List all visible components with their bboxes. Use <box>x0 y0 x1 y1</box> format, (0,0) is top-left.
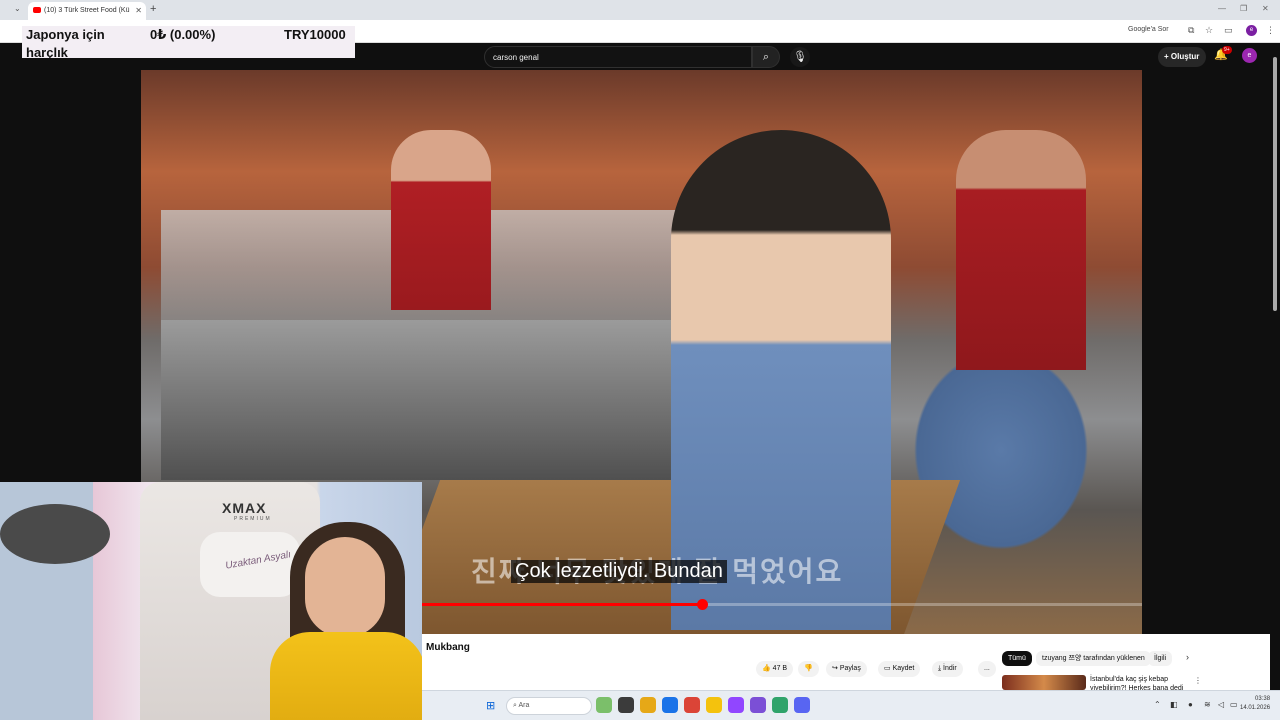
thumbs-down-icon: 👎 <box>804 665 813 672</box>
extensions-icon[interactable]: ▭ <box>1224 25 1233 36</box>
video-info-area: Mukbang 👍 47 B 👎 ↪ Paylaş ▭ Kaydet ⤓ İnd… <box>422 634 1280 692</box>
taskbar-clock[interactable]: 03:38 14.01.2026 <box>1240 695 1270 713</box>
download-button[interactable]: ⤓ İndir <box>932 661 963 677</box>
save-icon: ▭ <box>884 665 893 672</box>
staff-figure-left <box>391 130 491 310</box>
restore-icon[interactable]: ❐ <box>1240 4 1247 13</box>
donation-target: TRY10000 <box>284 27 346 42</box>
create-label: Oluştur <box>1170 52 1200 61</box>
tab-search-icon[interactable]: ⌄ <box>14 4 21 13</box>
windows-taskbar: ⊞ ⌕ Ara ⌃ ◧ ● ≋ ◁ ▭ 03:38 14.01.2026 <box>422 690 1280 720</box>
streamer-hoodie <box>270 632 422 720</box>
staff-figure-right <box>956 130 1086 370</box>
minimize-icon[interactable]: — <box>1218 4 1226 13</box>
tray-mic-icon[interactable]: ● <box>1188 700 1193 709</box>
share-button[interactable]: ↪ Paylaş <box>826 661 867 677</box>
chip-all[interactable]: Tümü <box>1002 651 1032 666</box>
save-label: Kaydet <box>892 665 915 672</box>
search-icon: ⌕ <box>762 51 770 63</box>
tray-chevron-icon[interactable]: ⌃ <box>1154 700 1161 709</box>
account-avatar[interactable]: e <box>1242 48 1257 63</box>
scrollbar-thumb[interactable] <box>1273 57 1277 311</box>
bookmark-star-icon[interactable]: ☆ <box>1205 25 1213 36</box>
task-view-icon[interactable] <box>618 697 634 713</box>
windows-start-icon[interactable]: ⊞ <box>486 699 495 712</box>
browser-profile-avatar[interactable]: e <box>1246 25 1257 36</box>
like-count: 47 B <box>772 665 788 672</box>
browser-tab-active[interactable]: (10) 3 Türk Street Food (Kü ✕ <box>28 2 146 20</box>
dislike-button[interactable]: 👎 <box>798 661 819 677</box>
browser-tab-bar: ⌄ (10) 3 Türk Street Food (Kü ✕ + — ❐ ✕ <box>0 0 1280 20</box>
video-title: Mukbang <box>426 642 470 653</box>
close-window-icon[interactable]: ✕ <box>1262 4 1269 13</box>
notification-badge: 9+ <box>1222 46 1232 54</box>
google-sor-button[interactable]: Google'a Sor <box>1128 26 1169 33</box>
mic-icon: 🎙 <box>793 51 807 63</box>
edge-browser-icon[interactable] <box>662 697 678 713</box>
share-label: Paylaş <box>839 665 861 672</box>
youtube-favicon-icon <box>33 7 41 13</box>
wifi-icon[interactable]: ≋ <box>1204 700 1211 709</box>
chip-related[interactable]: İlgili <box>1148 651 1173 666</box>
taskbar-search-placeholder: Ara <box>518 702 530 709</box>
more-actions-button[interactable]: ... <box>978 661 996 677</box>
install-icon[interactable]: ⧉ <box>1188 25 1194 36</box>
chevron-right-icon[interactable]: › <box>1186 652 1189 662</box>
search-input[interactable]: carson genal <box>484 46 752 68</box>
save-button[interactable]: ▭ Kaydet <box>878 661 921 677</box>
streamer-face <box>305 537 385 637</box>
subtitle-text: Çok lezzetliydi. Bundan <box>511 560 727 583</box>
tray-app-icon[interactable]: ◧ <box>1170 700 1178 709</box>
app-icon-1[interactable] <box>640 697 656 713</box>
chair-sub: PREMIUM <box>234 516 272 522</box>
chip-uploader[interactable]: tzuyang 쯔양 tarafından yüklenen <box>1036 651 1151 666</box>
page-scrollbar[interactable] <box>1270 43 1280 690</box>
tab-title: (10) 3 Türk Street Food (Kü <box>44 7 130 14</box>
app-icon-2[interactable] <box>750 697 766 713</box>
recommendation-menu-icon[interactable]: ⋮ <box>1194 676 1202 685</box>
room-table <box>0 504 110 564</box>
like-button[interactable]: 👍 47 B <box>756 661 794 677</box>
recommendation-thumbnail[interactable] <box>1002 675 1086 690</box>
browser-menu-icon[interactable]: ⋮ <box>1266 25 1275 36</box>
clock-date: 14.01.2026 <box>1240 705 1271 711</box>
donation-goal-widget: Japonya için harçlık 0₺ (0.00%) TRY10000 <box>22 26 355 60</box>
battery-icon[interactable]: ▭ <box>1230 700 1238 709</box>
clock-time: 03:38 <box>1255 696 1271 702</box>
app-icon-3[interactable] <box>772 697 788 713</box>
taskbar-search[interactable]: ⌕ Ara <box>506 697 592 715</box>
chrome-browser-icon[interactable] <box>684 697 700 713</box>
webcam-overlay: XMAX PREMIUM Uzaktan Asyalı <box>0 482 422 720</box>
donation-goal-title-2: harçlık <box>26 45 68 60</box>
weather-widget-icon[interactable] <box>596 697 612 713</box>
new-tab-icon[interactable]: + <box>150 3 156 15</box>
share-icon: ↪ <box>832 665 840 672</box>
voice-search-button[interactable]: 🎙 <box>790 47 810 67</box>
donation-goal-title: Japonya için <box>26 27 105 42</box>
file-explorer-icon[interactable] <box>706 697 722 713</box>
create-button[interactable]: + Oluştur <box>1158 47 1206 67</box>
plus-icon: + <box>1164 52 1171 61</box>
twitch-icon[interactable] <box>728 697 744 713</box>
thumbs-up-icon: 👍 <box>762 665 773 672</box>
volume-icon[interactable]: ◁ <box>1218 700 1224 709</box>
discord-icon[interactable] <box>794 697 810 713</box>
donation-current-amount: 0₺ (0.00%) <box>150 27 216 42</box>
download-label: İndir <box>943 665 957 672</box>
progress-scrubber[interactable] <box>696 599 708 610</box>
close-tab-icon[interactable]: ✕ <box>135 6 142 15</box>
chair-brand: XMAX <box>222 500 267 516</box>
search-button[interactable]: ⌕ <box>752 46 780 68</box>
